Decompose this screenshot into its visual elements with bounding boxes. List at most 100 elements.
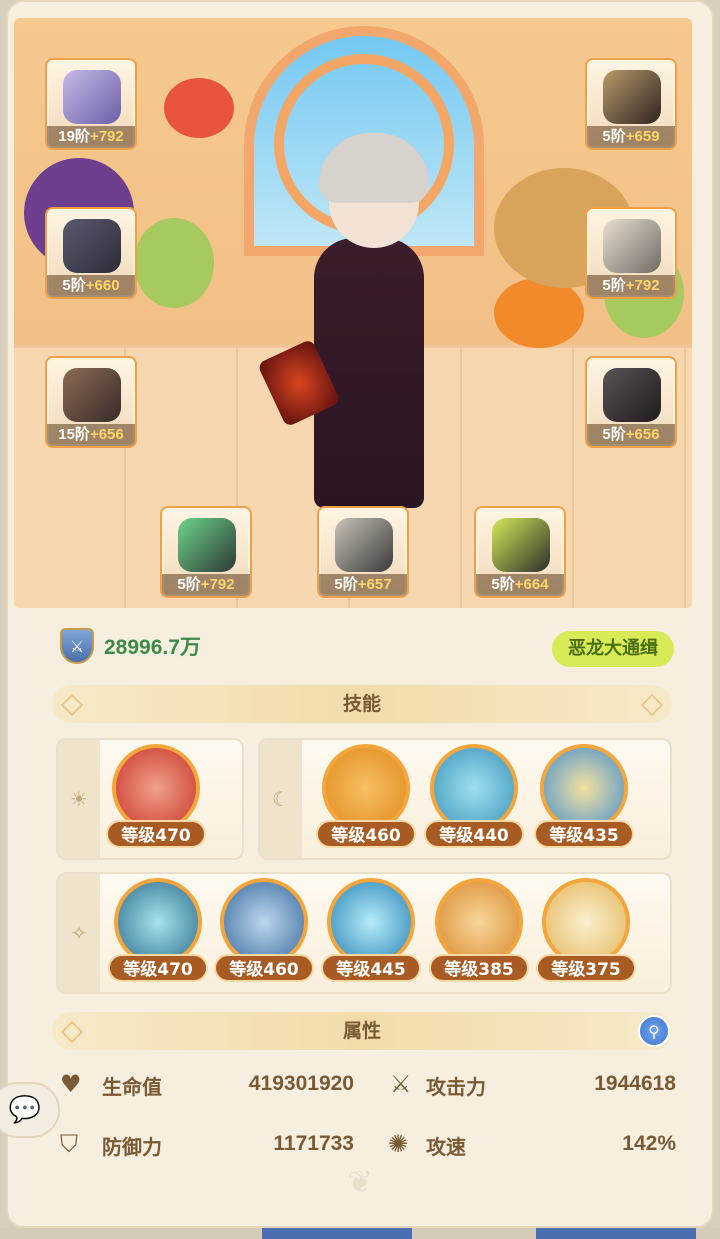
equip-slot-necklace[interactable]: 5阶+657 [317, 506, 409, 598]
speed-icon: ✺ [388, 1130, 409, 1158]
attributes-header: 属性 [52, 1012, 672, 1050]
skill-slot[interactable]: 等级470 [106, 744, 206, 850]
skill-icon [327, 878, 415, 966]
skill-icon [435, 878, 523, 966]
skill-level: 等级440 [424, 820, 524, 848]
equip-bonus: +657 [357, 576, 392, 593]
stat-value: 1944618 [594, 1072, 676, 1095]
equip-slot-boots[interactable]: 5阶+656 [585, 356, 677, 448]
skill-icon [220, 878, 308, 966]
sword-icon [63, 70, 121, 124]
skills-header: 技能 [52, 685, 672, 723]
equip-level: 5阶+792 [162, 574, 250, 596]
stat-value: 419301920 [248, 1072, 354, 1095]
amulet-icon [492, 518, 550, 572]
equip-slot-amulet[interactable]: 5阶+664 [474, 506, 566, 598]
skill-level: 等级470 [108, 954, 208, 982]
skill-slot[interactable]: 等级460 [316, 744, 416, 850]
equip-level: 5阶+657 [319, 574, 407, 596]
skill-slot[interactable]: 等级385 [429, 878, 529, 984]
equip-bonus: +656 [89, 426, 124, 443]
ring-icon [178, 518, 236, 572]
equip-slot-ring[interactable]: 5阶+792 [160, 506, 252, 598]
equip-tier: 5阶 [177, 576, 201, 593]
equip-level: 15阶+656 [47, 424, 135, 446]
plant-decoration [164, 78, 234, 138]
equip-level: 5阶+664 [476, 574, 564, 596]
skill-slot[interactable]: 等级445 [321, 878, 421, 984]
equip-level: 19阶+792 [47, 126, 135, 148]
stat-label: 生命值 [102, 1075, 162, 1099]
skill-slot[interactable]: 等级435 [534, 744, 634, 850]
equip-tier: 5阶 [334, 576, 358, 593]
equip-bonus: +792 [89, 128, 124, 145]
crossed-swords-icon: ⚔ [390, 1070, 412, 1098]
pumpkin-decoration [494, 278, 584, 348]
heart-icon: ♥ [60, 1070, 82, 1098]
equip-slot-helmet[interactable]: 5阶+659 [585, 58, 677, 150]
gauntlets-icon [603, 219, 661, 273]
skill-level: 等级375 [536, 954, 636, 982]
skill-icon [542, 878, 630, 966]
skill-icon [540, 744, 628, 832]
plant-decoration [134, 218, 214, 308]
equip-level: 5阶+792 [587, 275, 675, 297]
tab-indicator[interactable] [262, 1228, 412, 1239]
sun-icon: ☀ [58, 740, 100, 858]
equip-level: 5阶+659 [587, 126, 675, 148]
equip-level: 5阶+656 [587, 424, 675, 446]
skill-icon [112, 744, 200, 832]
equip-tier: 5阶 [62, 277, 86, 294]
equip-bonus: +792 [200, 576, 235, 593]
search-icon[interactable]: ⚲ [638, 1015, 670, 1047]
equip-tier: 5阶 [602, 426, 626, 443]
equip-bonus: +659 [625, 128, 660, 145]
equip-tier: 5阶 [602, 128, 626, 145]
ornament-icon: ❦ [347, 1165, 373, 1200]
stat-value: 142% [622, 1132, 676, 1155]
equip-tier: 15阶 [58, 426, 90, 443]
skill-slot[interactable]: 等级470 [108, 878, 208, 984]
tab-indicator[interactable] [536, 1228, 696, 1239]
skill-icon [114, 878, 202, 966]
shield-sword-icon: ⚔ [60, 628, 94, 664]
equip-tier: 5阶 [602, 277, 626, 294]
chest-armor-icon [63, 219, 121, 273]
skill-level: 等级385 [429, 954, 529, 982]
equip-bonus: +792 [625, 277, 660, 294]
equip-bonus: +660 [85, 277, 120, 294]
diamond-ornament-icon [60, 693, 84, 717]
helmet-icon [603, 70, 661, 124]
equip-slot-chest[interactable]: 5阶+660 [45, 207, 137, 299]
bottom-tab-strip [0, 1228, 720, 1239]
skill-slot[interactable]: 等级460 [214, 878, 314, 984]
dragon-bounty-button[interactable]: 恶龙大通缉 [552, 631, 674, 667]
leg-armor-icon [63, 368, 121, 422]
diamond-ornament-icon [60, 1020, 84, 1044]
star-icon: ✧ [58, 874, 100, 992]
stat-label: 攻速 [426, 1135, 466, 1159]
equip-slot-sword[interactable]: 19阶+792 [45, 58, 137, 150]
necklace-icon [335, 518, 393, 572]
skill-level: 等级445 [321, 954, 421, 982]
skill-icon [430, 744, 518, 832]
skill-level: 等级470 [106, 820, 206, 848]
equip-bonus: +656 [625, 426, 660, 443]
moon-icon: ☾ [260, 740, 302, 858]
equip-level: 5阶+660 [47, 275, 135, 297]
equip-tier: 19阶 [58, 128, 90, 145]
skill-icon [322, 744, 410, 832]
skills-header-label: 技能 [342, 693, 381, 715]
skill-slot[interactable]: 等级440 [424, 744, 524, 850]
equip-slot-legs[interactable]: 15阶+656 [45, 356, 137, 448]
shield-icon: ⛉ [60, 1130, 78, 1158]
boots-icon [603, 368, 661, 422]
equip-slot-gauntlets[interactable]: 5阶+792 [585, 207, 677, 299]
chat-bubble-icon[interactable]: 💬 [0, 1082, 60, 1138]
skill-level: 等级460 [214, 954, 314, 982]
character-avatar [314, 238, 424, 508]
skill-level: 等级460 [316, 820, 416, 848]
skill-slot[interactable]: 等级375 [536, 878, 636, 984]
equip-tier: 5阶 [491, 576, 515, 593]
equip-bonus: +664 [514, 576, 549, 593]
